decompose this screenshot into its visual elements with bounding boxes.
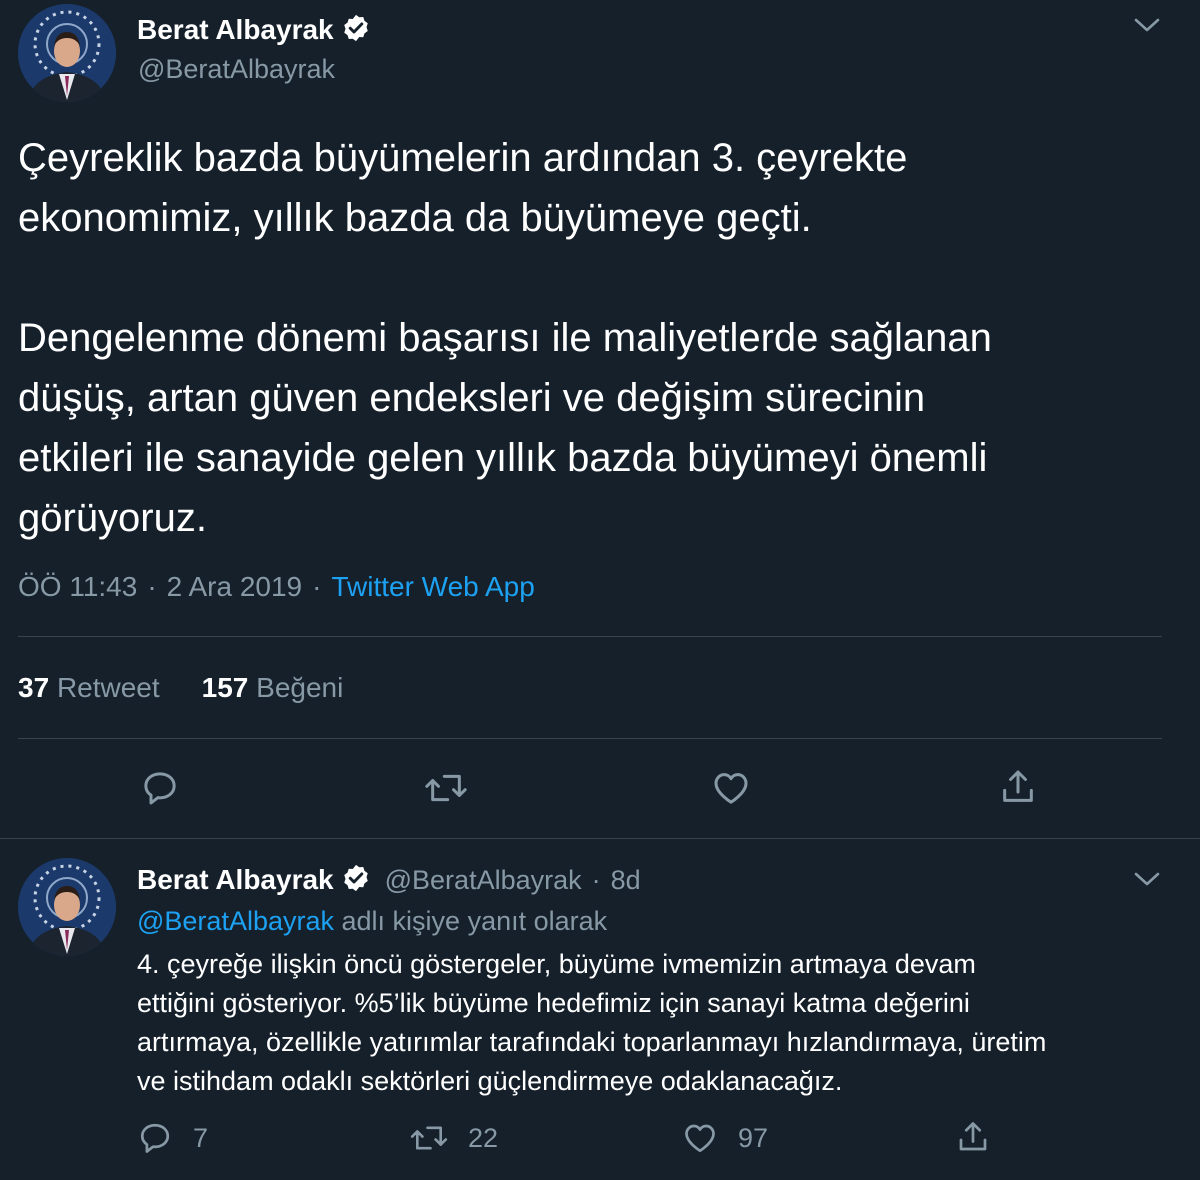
like-count: 157 <box>201 672 249 703</box>
share-icon <box>959 1122 987 1151</box>
tweet-text-line: etkileri ile sanayide gelen yıllık bazda… <box>18 436 988 480</box>
retweet-icon <box>410 1126 448 1150</box>
like-count-link[interactable]: 157 Beğeni <box>202 672 344 704</box>
tweet-text-line <box>18 248 1178 308</box>
tweet-text-line: Çeyreklik bazda büyümelerin ardından 3. … <box>18 136 908 180</box>
author-name[interactable]: Berat Albayrak <box>137 14 334 46</box>
verified-badge-icon <box>341 863 371 898</box>
reply-like-button[interactable]: 97 <box>682 1120 768 1156</box>
author-handle[interactable]: @BeratAlbayrak <box>138 54 335 85</box>
meta-separator: · <box>147 571 157 602</box>
section-divider <box>0 838 1200 839</box>
like-count-label: Beğeni <box>256 672 344 703</box>
verified-badge-icon <box>341 13 371 48</box>
reply-reply-button[interactable]: 7 <box>137 1120 208 1156</box>
share-icon <box>1003 770 1033 802</box>
author-name-row[interactable]: Berat Albayrak <box>137 12 371 48</box>
tweet-text-line: görüyoruz. <box>18 496 207 540</box>
retweet-count-label: Retweet <box>56 672 160 703</box>
replying-to-handle[interactable]: @BeratAlbayrak <box>137 906 334 936</box>
divider <box>18 636 1162 637</box>
reply-icon <box>144 772 176 805</box>
like-icon <box>685 1124 715 1153</box>
reply-retweet-count: 22 <box>468 1122 499 1153</box>
retweet-count: 37 <box>18 672 50 703</box>
like-button[interactable] <box>710 768 752 808</box>
reply-header: Berat Albayrak @BeratAlbayrak · 8d <box>137 862 641 898</box>
replying-to: @BeratAlbayrak adlı kişiye yanıt olarak <box>137 906 607 937</box>
avatar[interactable] <box>18 4 116 102</box>
meta-separator: · <box>312 571 322 602</box>
tweet-stats: 37 Retweet 157 Beğeni <box>18 672 343 704</box>
tweet-time[interactable]: ÖÖ 11:43 <box>18 571 137 603</box>
replying-to-label: adlı kişiye yanıt olarak <box>341 906 608 936</box>
reply-button[interactable] <box>140 768 180 808</box>
tweet-date[interactable]: 2 Ara 2019 <box>167 571 302 603</box>
reply-share-button[interactable] <box>955 1118 991 1156</box>
tweet-text-line: düşüş, artan güven endeksleri ve değişim… <box>18 376 926 420</box>
reply-text-line: ve istihdam odaklı sektörleri güçlendirm… <box>137 1066 843 1096</box>
like-icon <box>714 773 748 804</box>
reply-author-name[interactable]: Berat Albayrak <box>137 864 334 896</box>
reply-text-line: ettiğini gösteriyor. %5’lik büyüme hedef… <box>137 988 970 1018</box>
tweet-text-line: ekonomimiz, yıllık bazda da büyümeye geç… <box>18 196 812 240</box>
reply-text-line: 4. çeyreğe ilişkin öncü göstergeler, büy… <box>137 949 976 979</box>
reply-avatar[interactable] <box>18 858 116 956</box>
tweet-text-line: Dengelenme dönemi başarısı ile maliyetle… <box>18 316 992 360</box>
tweet-meta: ÖÖ 11:43 · 2 Ara 2019 · Twitter Web App <box>18 571 535 603</box>
reply-like-count: 97 <box>738 1122 769 1153</box>
reply-text-line: artırmaya, özellikle yatırımlar tarafınd… <box>137 1027 1047 1057</box>
divider <box>18 738 1162 739</box>
reply-icon <box>140 1123 170 1153</box>
tweet-text: Çeyreklik bazda büyümelerin ardından 3. … <box>18 128 1178 548</box>
retweet-button[interactable] <box>424 768 468 808</box>
chevron-down-icon[interactable] <box>1132 868 1162 895</box>
retweet-count-link[interactable]: 37 Retweet <box>18 672 160 704</box>
retweet-icon <box>425 774 467 802</box>
reply-author-handle[interactable]: @BeratAlbayrak <box>385 865 582 896</box>
reply-age[interactable]: 8d <box>611 865 641 896</box>
reply-text: 4. çeyreğe ilişkin öncü göstergeler, büy… <box>137 945 1177 1101</box>
meta-separator: · <box>591 864 601 895</box>
tweet-source-link[interactable]: Twitter Web App <box>331 571 534 603</box>
reply-reply-count: 7 <box>193 1122 209 1153</box>
chevron-down-icon[interactable] <box>1132 14 1162 41</box>
share-button[interactable] <box>998 766 1038 808</box>
reply-retweet-button[interactable]: 22 <box>410 1120 498 1156</box>
